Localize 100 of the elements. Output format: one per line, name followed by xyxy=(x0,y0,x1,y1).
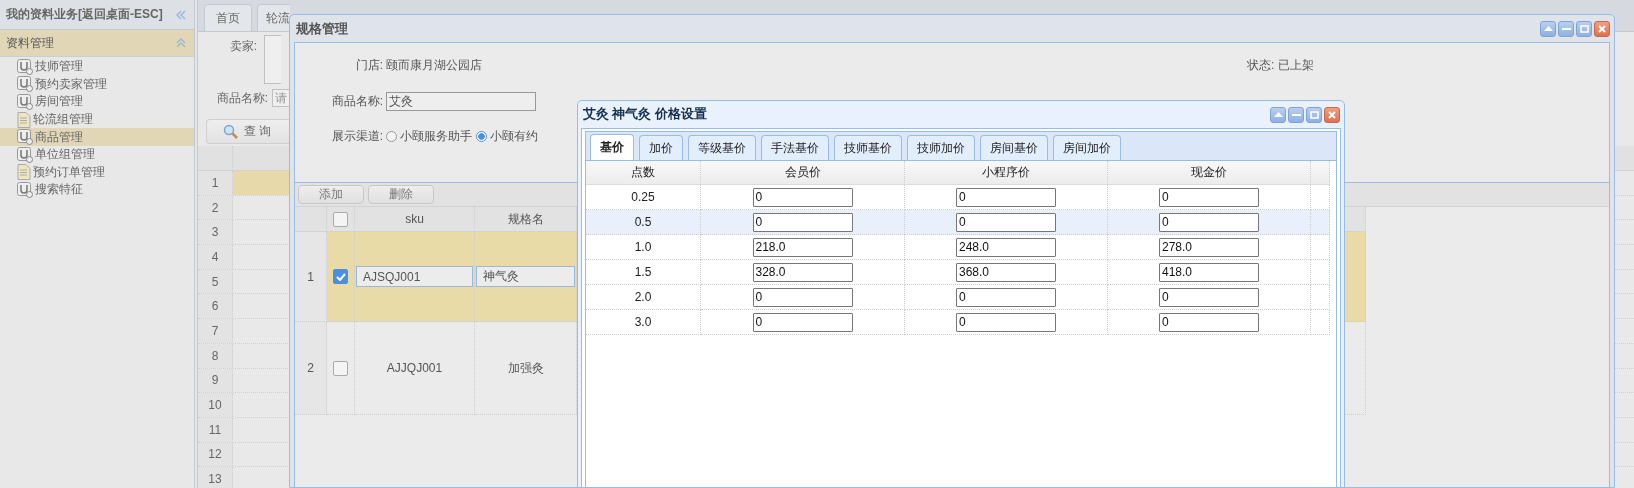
tab[interactable]: 轮流 xyxy=(257,4,290,31)
toolbar-button[interactable]: 删除 xyxy=(368,185,434,204)
caret-up-icon xyxy=(1273,112,1283,117)
price-input[interactable]: 0 xyxy=(1159,312,1259,332)
column-header: 小程序价 xyxy=(905,161,1108,185)
price-input[interactable]: 328.0 xyxy=(752,262,853,282)
search-field[interactable]: 请 xyxy=(272,89,289,107)
table-cell[interactable]: 3.0 xyxy=(586,310,701,335)
price-input[interactable]: 0 xyxy=(956,187,1056,207)
row-number: 6 xyxy=(198,294,233,319)
row-number: 3 xyxy=(198,220,233,245)
tab[interactable]: 等级基价 xyxy=(688,135,756,160)
horseshoe-icon xyxy=(17,76,33,93)
sidebar-item[interactable]: 搜索特征 xyxy=(0,181,194,199)
price-input[interactable]: 0 xyxy=(752,212,853,232)
double-chevron-up-icon[interactable] xyxy=(176,38,186,48)
price-input[interactable]: 0 xyxy=(1159,212,1259,232)
collapse-button[interactable] xyxy=(1540,20,1556,37)
sidebar-item[interactable]: 单位组管理 xyxy=(0,145,194,164)
row-number: 2 xyxy=(198,195,233,220)
tab[interactable]: 加价 xyxy=(639,135,683,160)
tab[interactable]: 技师基价 xyxy=(834,135,902,160)
toolbar-button[interactable]: 添加 xyxy=(298,185,364,204)
price-input[interactable]: 0 xyxy=(752,312,853,332)
table-cell[interactable]: 1.5 xyxy=(586,260,701,285)
minus-icon xyxy=(1291,113,1301,116)
name-input[interactable]: 神气灸 xyxy=(476,266,575,287)
name-field[interactable]: 艾灸 xyxy=(386,91,536,111)
tab[interactable]: 技师加价 xyxy=(907,135,975,160)
horseshoe-icon xyxy=(17,58,33,75)
row-number: 11 xyxy=(198,417,233,442)
radio-button[interactable] xyxy=(476,130,487,142)
maximize-button[interactable] xyxy=(1306,106,1322,123)
checkbox[interactable] xyxy=(333,360,348,376)
row-number: 10 xyxy=(198,393,233,417)
close-button[interactable] xyxy=(1594,20,1610,37)
minimize-button[interactable] xyxy=(1558,20,1574,37)
close-button[interactable] xyxy=(1324,106,1340,123)
table-cell[interactable]: 2.0 xyxy=(586,285,701,310)
horseshoe-icon xyxy=(17,181,33,198)
field-label: 商品名称: xyxy=(215,89,269,107)
table-cell[interactable]: 1.0 xyxy=(586,235,701,260)
column-header: 会员价 xyxy=(701,161,905,185)
table-cell[interactable]: 0.5 xyxy=(586,210,701,235)
price-input[interactable]: 0 xyxy=(1159,187,1259,207)
tab[interactable]: 手法基价 xyxy=(761,135,829,160)
row-number: 7 xyxy=(198,319,233,343)
table-cell[interactable] xyxy=(233,171,290,195)
column-header: 点数 xyxy=(586,161,701,185)
caret-up-icon xyxy=(1543,26,1553,31)
price-input[interactable]: 0 xyxy=(956,212,1056,232)
table-cell: AJJQJ001 xyxy=(355,322,475,415)
status-text: 状态: 已上架 xyxy=(1247,56,1315,74)
checkbox[interactable] xyxy=(333,269,348,284)
sidebar-item[interactable]: 预约卖家管理 xyxy=(0,75,194,94)
price-input[interactable]: 248.0 xyxy=(956,237,1056,257)
minus-icon xyxy=(1561,27,1571,30)
price-input[interactable]: 368.0 xyxy=(956,262,1056,282)
sidebar-item[interactable]: 商品管理 xyxy=(0,128,194,146)
price-input[interactable]: 418.0 xyxy=(1159,262,1259,282)
field-value: 颐而康月湖公园店 xyxy=(386,56,483,74)
row-number: 13 xyxy=(198,467,233,488)
seller-field[interactable] xyxy=(264,35,281,84)
checkbox[interactable] xyxy=(333,211,348,227)
radio-label[interactable]: 小颐服务助手 xyxy=(400,127,472,145)
sidebar-item[interactable]: 技师管理 xyxy=(0,58,194,76)
field-label: 商品名称: xyxy=(330,92,384,110)
header-cell xyxy=(1311,161,1330,185)
close-icon xyxy=(1328,110,1336,119)
tab[interactable]: 基价 xyxy=(590,134,634,160)
sku-input[interactable]: AJSQJ001 xyxy=(356,266,473,287)
price-input[interactable]: 0 xyxy=(956,312,1056,332)
table-cell[interactable] xyxy=(327,232,355,322)
collapse-button[interactable] xyxy=(1270,106,1286,123)
tab[interactable]: 房间基价 xyxy=(980,135,1048,160)
radio-label[interactable]: 小颐有约 xyxy=(490,127,538,145)
double-chevron-left-icon[interactable] xyxy=(176,9,186,20)
price-input[interactable]: 0 xyxy=(752,187,853,207)
price-input[interactable]: 218.0 xyxy=(752,237,853,257)
price-input[interactable]: 278.0 xyxy=(1159,237,1259,257)
price-input[interactable]: 0 xyxy=(956,287,1056,307)
tab[interactable]: 房间加价 xyxy=(1053,135,1121,160)
square-icon xyxy=(1579,24,1589,33)
query-button[interactable]: 查 询 xyxy=(206,119,289,144)
maximize-button[interactable] xyxy=(1576,20,1592,37)
horseshoe-icon xyxy=(17,146,33,163)
minimize-button[interactable] xyxy=(1288,106,1304,123)
document-icon xyxy=(17,164,31,181)
sidebar-item[interactable]: 轮流组管理 xyxy=(0,110,194,129)
price-input[interactable]: 0 xyxy=(752,287,853,307)
row-number: 2 xyxy=(295,322,327,415)
tab[interactable]: 首页 xyxy=(204,4,252,31)
price-input[interactable]: 0 xyxy=(1159,287,1259,307)
sidebar-item[interactable]: 房间管理 xyxy=(0,93,194,111)
row-number: 12 xyxy=(198,442,233,467)
table-cell[interactable] xyxy=(327,322,355,415)
document-icon xyxy=(17,111,31,128)
row-number: 5 xyxy=(198,269,233,294)
sidebar-item[interactable]: 预约订单管理 xyxy=(0,163,194,182)
radio-button[interactable] xyxy=(386,130,397,142)
